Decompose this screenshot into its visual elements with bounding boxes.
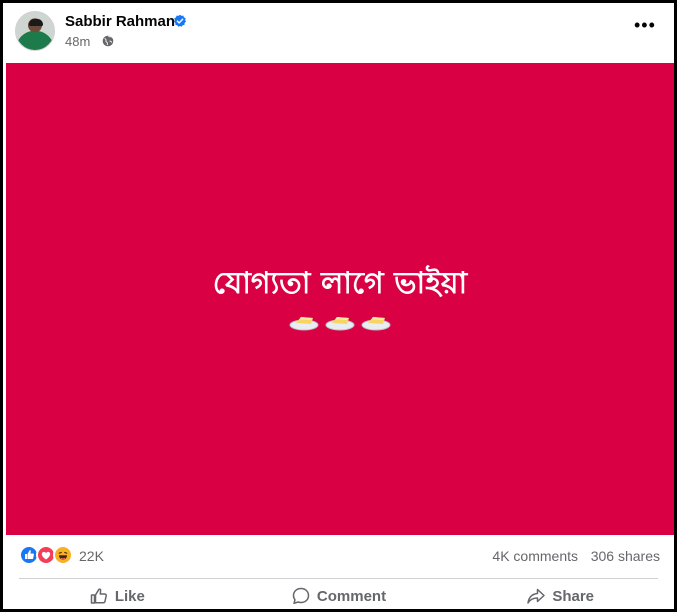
reactions-summary[interactable] [19, 545, 77, 567]
share-arrow-icon [527, 588, 546, 604]
post-image[interactable]: যোগ্যতা লাগে ভাইয়া [6, 63, 674, 535]
comment-bubble-icon [292, 587, 310, 605]
post-time[interactable]: 48m [65, 34, 90, 49]
globe-icon [102, 35, 114, 47]
post-actions: Like Comment Share [6, 581, 671, 611]
avatar-hair [29, 19, 43, 26]
avatar[interactable] [15, 11, 55, 51]
butter-icon [325, 317, 355, 331]
butter-icon [289, 317, 319, 331]
like-label: Like [114, 587, 145, 605]
emoji-row [6, 311, 674, 331]
post-header: Sabbir Rahman 48m ••• [15, 11, 662, 55]
comment-label: Comment [316, 587, 387, 605]
share-button[interactable]: Share [449, 581, 671, 611]
more-options-icon[interactable]: ••• [634, 16, 655, 39]
butter-icon [361, 317, 391, 331]
post-stats: 22K 4K comments 306 shares [19, 543, 660, 569]
comment-button[interactable]: Comment [228, 581, 450, 611]
divider [19, 578, 658, 579]
post-text: যোগ্যতা লাগে ভাইয়া [212, 266, 468, 301]
verified-badge-icon [173, 14, 186, 27]
reaction-count[interactable]: 22K [79, 548, 104, 564]
comments-count[interactable]: 4K comments [492, 548, 578, 564]
post-card: Sabbir Rahman 48m ••• যোগ্যতা লাগে ভাইয়… [0, 0, 677, 612]
thumbs-up-icon [90, 588, 107, 604]
like-button[interactable]: Like [6, 581, 228, 611]
haha-reaction-icon [53, 545, 73, 565]
author-name[interactable]: Sabbir Rahman [65, 13, 175, 30]
shares-count[interactable]: 306 shares [591, 548, 660, 564]
share-label: Share [552, 587, 595, 605]
